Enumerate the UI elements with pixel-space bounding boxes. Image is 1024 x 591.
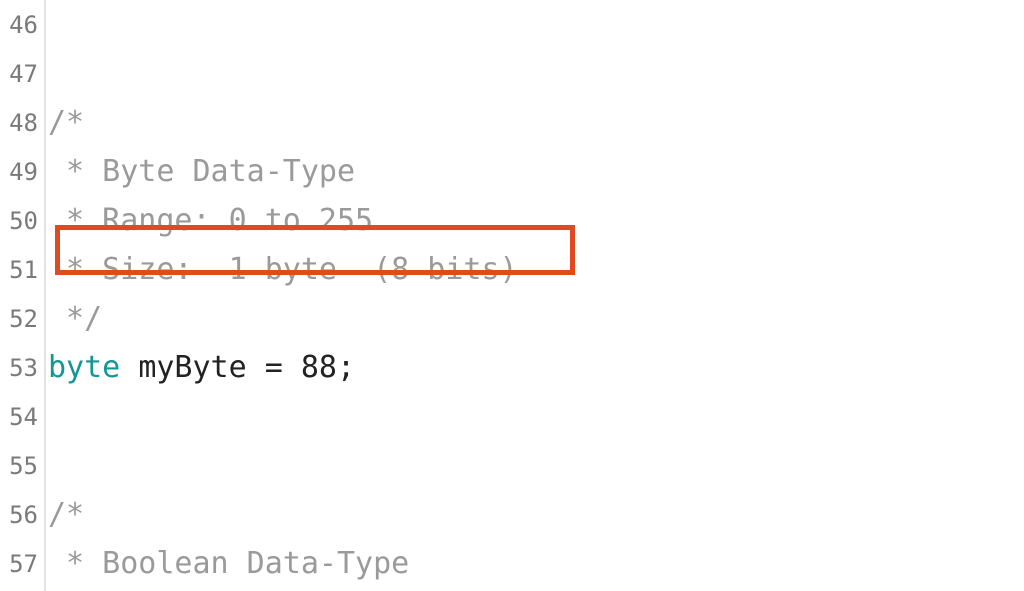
code-line[interactable]: /* — [48, 490, 1024, 539]
line-number: 53 — [0, 343, 40, 392]
code-line[interactable]: * Boolean Data-Type — [48, 539, 1024, 588]
code-token: * Range: 0 to 255 — [48, 206, 373, 236]
code-line[interactable] — [48, 441, 1024, 490]
code-line[interactable]: */ — [48, 294, 1024, 343]
code-token: * Size: 1 byte (8 bits) — [48, 255, 518, 285]
code-line[interactable] — [48, 49, 1024, 98]
code-token: 88 — [301, 353, 337, 383]
line-number-gutter: 464748495051525354555657 — [0, 0, 46, 591]
line-number: 46 — [0, 0, 40, 49]
line-number: 55 — [0, 441, 40, 490]
code-token: ; — [337, 353, 355, 383]
line-number: 49 — [0, 147, 40, 196]
code-token: = — [247, 353, 301, 383]
code-token: byte — [48, 353, 120, 383]
code-token — [120, 353, 138, 383]
code-area[interactable]: /* * Byte Data-Type * Range: 0 to 255 * … — [46, 0, 1024, 591]
code-line[interactable]: * Byte Data-Type — [48, 147, 1024, 196]
code-line[interactable]: byte myByte = 88; — [48, 343, 1024, 392]
code-token: * Boolean Data-Type — [48, 549, 409, 579]
code-line[interactable] — [48, 0, 1024, 49]
line-number: 56 — [0, 490, 40, 539]
line-number: 50 — [0, 196, 40, 245]
code-token: * Byte Data-Type — [48, 157, 355, 187]
line-number: 48 — [0, 98, 40, 147]
code-token: /* — [48, 500, 84, 530]
code-line[interactable] — [48, 392, 1024, 441]
code-line[interactable]: * Range: 0 to 255 — [48, 196, 1024, 245]
line-number: 52 — [0, 294, 40, 343]
code-editor[interactable]: 464748495051525354555657 /* * Byte Data-… — [0, 0, 1024, 591]
line-number: 54 — [0, 392, 40, 441]
line-number: 57 — [0, 539, 40, 588]
code-line[interactable]: * Size: 1 byte (8 bits) — [48, 245, 1024, 294]
code-token: /* — [48, 108, 84, 138]
code-line[interactable]: /* — [48, 98, 1024, 147]
code-token: myByte — [138, 353, 246, 383]
line-number: 47 — [0, 49, 40, 98]
line-number: 51 — [0, 245, 40, 294]
code-token: */ — [48, 304, 102, 334]
